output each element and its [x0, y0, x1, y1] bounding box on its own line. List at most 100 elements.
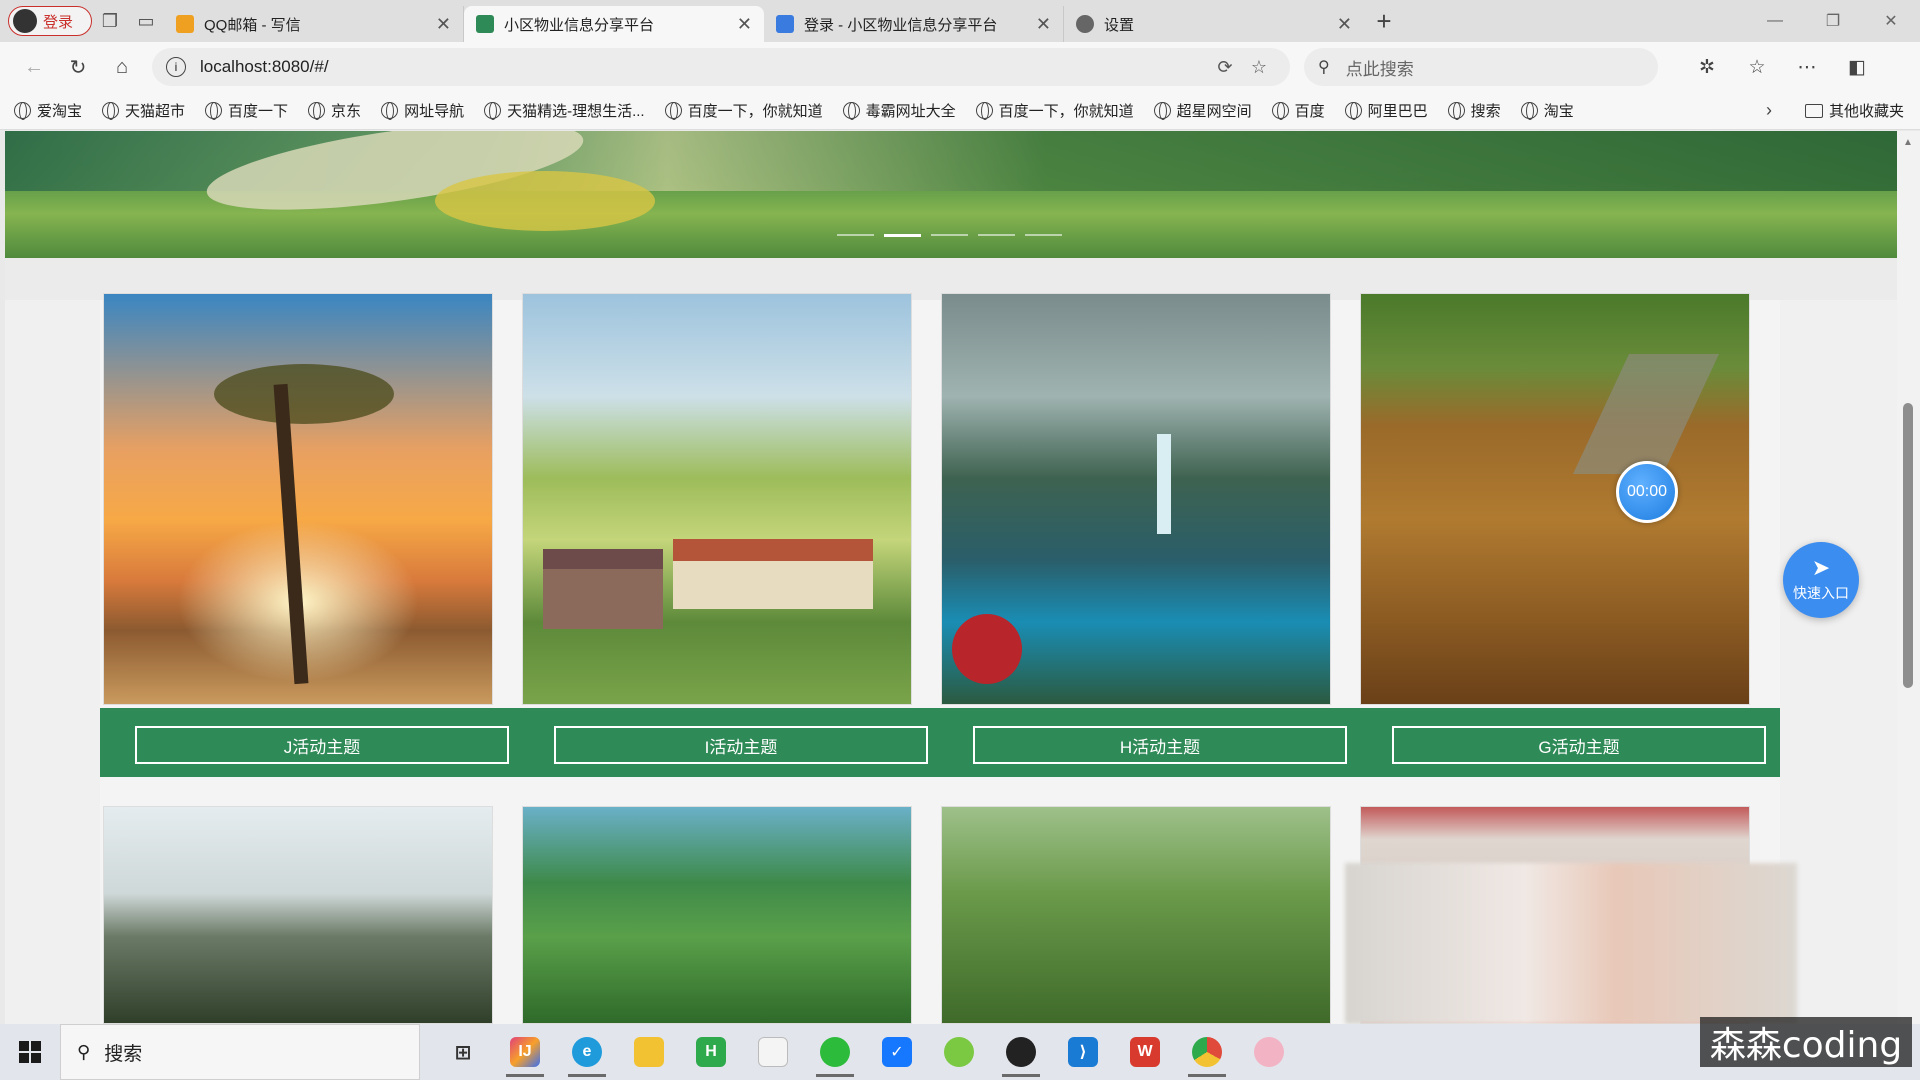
favorites-icon[interactable]: ☆: [1732, 56, 1782, 79]
new-tab-button[interactable]: +: [1364, 6, 1404, 37]
minimize-icon[interactable]: —: [1746, 0, 1804, 42]
scroll-up-icon[interactable]: ▲: [1903, 137, 1913, 148]
carousel-dot[interactable]: [978, 234, 1015, 236]
maximize-icon[interactable]: ❐: [1804, 0, 1862, 42]
bookmark-label: 淘宝: [1543, 103, 1574, 120]
carousel-dot[interactable]: [1025, 234, 1062, 236]
site-info-icon[interactable]: i: [166, 57, 186, 77]
bookmark-label: 百度: [1294, 103, 1325, 120]
globe-icon: [1520, 102, 1538, 120]
bookmark-item[interactable]: 百度: [1271, 100, 1325, 121]
tab-settings[interactable]: 设置 ✕: [1064, 6, 1364, 42]
theme-button-h[interactable]: H活动主题: [973, 726, 1347, 764]
search-icon: ⚲: [77, 1041, 91, 1062]
theme-button-j[interactable]: J活动主题: [135, 726, 509, 764]
wechat-icon[interactable]: [804, 1024, 866, 1080]
bookmark-item[interactable]: 天猫超市: [102, 100, 185, 121]
green-app-icon[interactable]: [928, 1024, 990, 1080]
bookmark-item[interactable]: 百度一下，你就知道: [664, 100, 823, 121]
taskbar-search-label: 搜索: [104, 1043, 143, 1065]
activity-image-h[interactable]: [941, 293, 1331, 705]
quick-entry-button[interactable]: ➤ 快速入口: [1783, 542, 1859, 618]
activity-image-row2-3[interactable]: [941, 806, 1331, 1024]
activity-image-row2-1[interactable]: [103, 806, 493, 1024]
globe-icon: [842, 102, 860, 120]
avatar-app-icon[interactable]: [1238, 1024, 1300, 1080]
tab-title: 设置: [1104, 16, 1135, 34]
start-button[interactable]: [0, 1024, 60, 1080]
collections-icon[interactable]: ❐: [92, 3, 128, 39]
close-tab-icon[interactable]: ✕: [1337, 14, 1352, 35]
chrome-icon[interactable]: [1176, 1024, 1238, 1080]
page-scrollbar[interactable]: ▲: [1897, 131, 1920, 1024]
globe-icon: [664, 102, 682, 120]
carousel-banner[interactable]: [5, 131, 1897, 258]
file-explorer-icon[interactable]: [618, 1024, 680, 1080]
bookmark-item[interactable]: 京东: [308, 100, 361, 121]
activity-image-row2-2[interactable]: [522, 806, 912, 1024]
music-timer-badge[interactable]: 00:00: [1616, 461, 1678, 523]
vscode-icon[interactable]: ⟩: [1052, 1024, 1114, 1080]
globe-icon: [1271, 102, 1289, 120]
watermark: 森森coding: [1700, 1017, 1912, 1067]
more-icon[interactable]: ⋯: [1782, 56, 1832, 79]
bookmark-item[interactable]: 爱淘宝: [14, 100, 82, 121]
bookmark-item[interactable]: 毒霸网址大全: [842, 100, 956, 121]
extensions-icon[interactable]: ✲: [1682, 56, 1732, 79]
profile-button[interactable]: 登录: [8, 6, 92, 36]
window-controls: — ❐ ✕: [1746, 0, 1920, 42]
other-bookmarks-folder[interactable]: 其他收藏夹: [1804, 100, 1904, 121]
bookmark-item[interactable]: 百度一下，你就知道: [975, 100, 1134, 121]
bookmark-item[interactable]: 百度一下: [205, 100, 288, 121]
edge-browser-icon[interactable]: e: [556, 1024, 618, 1080]
bookmark-item[interactable]: 网址导航: [381, 100, 464, 121]
bookmark-item[interactable]: 超星网空间: [1153, 100, 1252, 121]
search-placeholder: 点此搜索: [1345, 59, 1414, 79]
refresh-icon[interactable]: ↻: [56, 47, 100, 87]
activity-image-j[interactable]: [103, 293, 493, 705]
theme-button-g[interactable]: G活动主题: [1392, 726, 1766, 764]
close-window-icon[interactable]: ✕: [1862, 0, 1920, 42]
bookmark-item[interactable]: 天猫精选-理想生活...: [484, 100, 645, 121]
activity-image-i[interactable]: [522, 293, 912, 705]
tab-property-platform[interactable]: 小区物业信息分享平台 ✕: [464, 6, 764, 42]
bookmarks-bar: 爱淘宝 天猫超市 百度一下 京东 网址导航 天猫精选-理想生活... 百度一下，…: [0, 92, 1920, 130]
close-tab-icon[interactable]: ✕: [436, 14, 451, 35]
carousel-dot[interactable]: [884, 234, 921, 237]
scrollbar-thumb[interactable]: [1903, 403, 1913, 688]
chevron-right-icon[interactable]: ›: [1766, 100, 1772, 121]
close-tab-icon[interactable]: ✕: [737, 14, 752, 35]
wps-icon[interactable]: W: [1114, 1024, 1176, 1080]
address-bar[interactable]: i localhost:8080/#/ ⟳ ☆: [152, 48, 1290, 86]
carousel-dot[interactable]: [837, 234, 874, 236]
hbuilder-icon[interactable]: H: [680, 1024, 742, 1080]
task-view-icon[interactable]: ⊞: [432, 1024, 494, 1080]
activity-image-g[interactable]: [1360, 293, 1750, 705]
taskbar-search-input[interactable]: ⚲ 搜索: [60, 1024, 420, 1080]
favorite-star-icon[interactable]: ☆: [1242, 57, 1276, 78]
theme-button-i[interactable]: I活动主题: [554, 726, 928, 764]
back-icon[interactable]: ←: [12, 47, 56, 87]
qq-icon[interactable]: [990, 1024, 1052, 1080]
read-aloud-icon[interactable]: ⟳: [1208, 57, 1242, 78]
url-text[interactable]: localhost:8080/#/: [200, 57, 1208, 77]
sidebar-icon[interactable]: ◧: [1832, 56, 1882, 79]
carousel-dot[interactable]: [931, 234, 968, 236]
palm-trunk: [273, 383, 309, 685]
search-input[interactable]: ⚲ 点此搜索: [1304, 48, 1658, 86]
tab-qq-mail[interactable]: QQ邮箱 - 写信 ✕: [164, 6, 464, 42]
tab-login[interactable]: 登录 - 小区物业信息分享平台 ✕: [764, 6, 1064, 42]
bookmark-item[interactable]: 淘宝: [1520, 100, 1574, 121]
close-tab-icon[interactable]: ✕: [1036, 14, 1051, 35]
bookmark-item[interactable]: 阿里巴巴: [1344, 100, 1428, 121]
tab-actions-icon[interactable]: ▭: [128, 3, 164, 39]
task-app-icon[interactable]: ✓: [866, 1024, 928, 1080]
other-bookmarks-label: 其他收藏夹: [1828, 103, 1904, 120]
tab-title: QQ邮箱 - 写信: [204, 16, 301, 34]
bookmark-item[interactable]: 搜索: [1447, 100, 1501, 121]
intellij-idea-icon[interactable]: IJ: [494, 1024, 556, 1080]
notepad-icon[interactable]: [742, 1024, 804, 1080]
qq-mail-favicon-icon: [176, 15, 194, 33]
home-icon[interactable]: ⌂: [100, 47, 144, 87]
globe-icon: [975, 102, 993, 120]
